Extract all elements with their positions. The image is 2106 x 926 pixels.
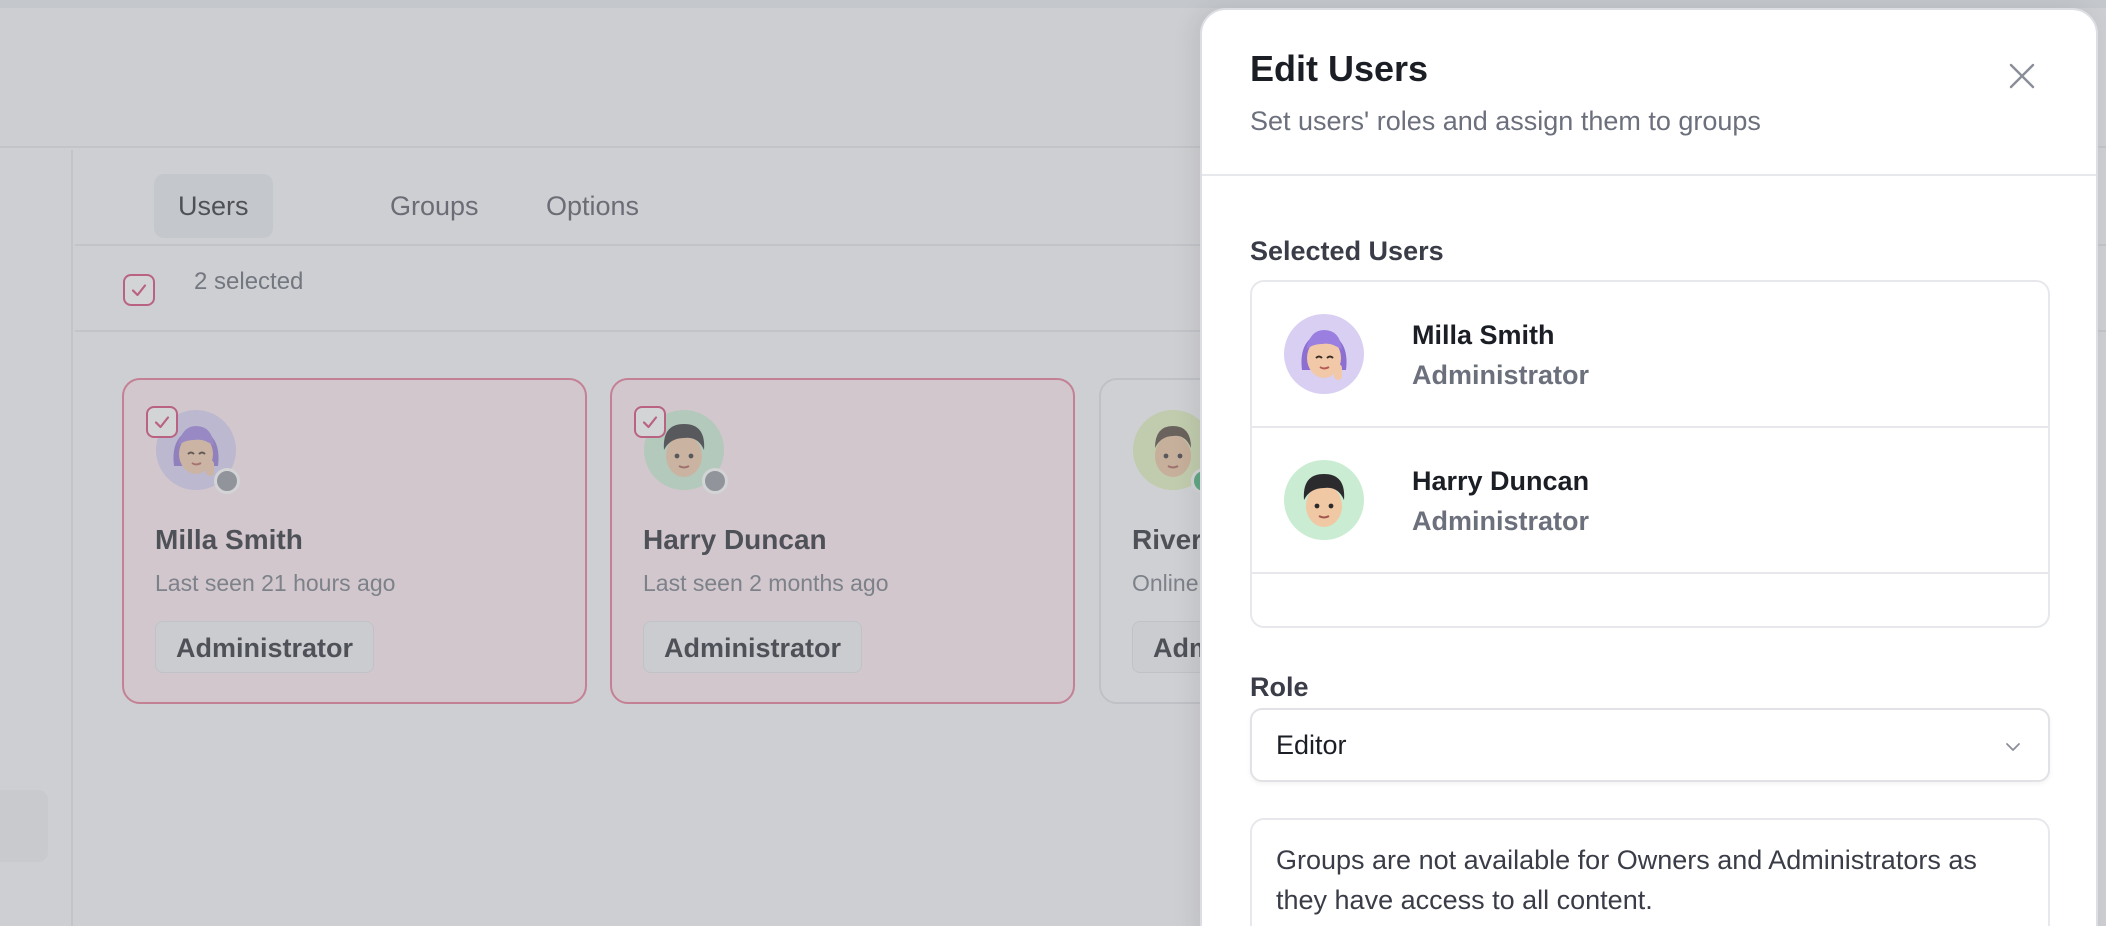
drawer-title: Edit Users <box>1250 48 1429 89</box>
avatar <box>1284 460 1364 540</box>
user-role: Administrator <box>1412 506 1590 536</box>
divider <box>1202 174 2096 176</box>
selected-users-label: Selected Users <box>1250 236 1444 266</box>
role-value: Editor <box>1276 730 1347 760</box>
role-label: Role <box>1250 672 1309 702</box>
avatar <box>1284 314 1364 394</box>
chevron-down-icon <box>2006 743 2020 751</box>
close-button[interactable] <box>2002 56 2042 96</box>
list-item: Harry Duncan Administrator <box>1252 428 2048 574</box>
groups-info-notice: Groups are not available for Owners and … <box>1250 818 2050 926</box>
drawer-subtitle: Set users' roles and assign them to grou… <box>1250 106 1761 136</box>
edit-users-drawer: Edit Users Set users' roles and assign t… <box>1200 8 2098 926</box>
user-name: Milla Smith <box>1412 320 1555 350</box>
close-icon <box>2009 63 2035 89</box>
list-item: Milla Smith Administrator <box>1252 282 2048 428</box>
user-name: Harry Duncan <box>1412 466 1590 496</box>
user-role: Administrator <box>1412 360 1590 390</box>
selected-users-list: Milla Smith Administrator Harry Duncan A… <box>1250 280 2050 628</box>
role-select[interactable]: Editor <box>1250 708 2050 782</box>
